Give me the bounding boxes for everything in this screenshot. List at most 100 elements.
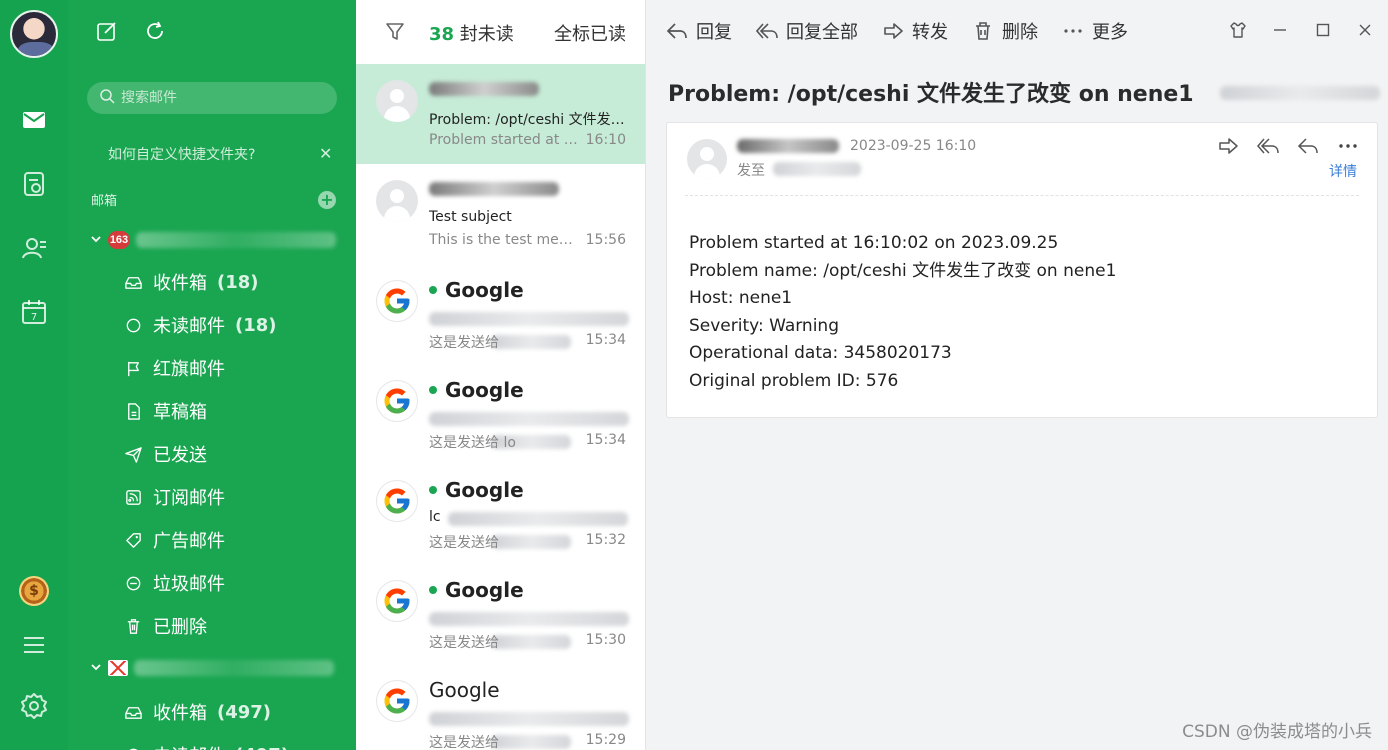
calendar-day: 7 — [31, 312, 37, 323]
unread-dot — [429, 586, 437, 594]
reply-icon — [666, 23, 687, 39]
mark-all-read-button[interactable]: 全标已读 — [554, 20, 626, 46]
account-163[interactable]: 163 — [90, 228, 336, 252]
message-item[interactable]: Test subject This is the test message 15:5… — [356, 164, 645, 264]
refresh-icon[interactable] — [144, 20, 166, 42]
shortcut-tip[interactable]: 如何自定义快捷文件夹? — [108, 144, 255, 164]
folder-count: (18) — [217, 271, 259, 293]
unread-circle-icon — [123, 315, 143, 335]
folder-item[interactable]: 垃圾邮件 — [123, 570, 235, 596]
message-item[interactable]: Problem: /opt/ceshi 文件发生了改变 on nene1 Prob… — [356, 64, 645, 164]
chevron-down-icon[interactable] — [90, 233, 102, 248]
message-time: 15:34 — [585, 332, 626, 348]
unread-dot — [429, 286, 437, 294]
skin-icon[interactable] — [1226, 18, 1250, 42]
folder-item[interactable]: 草稿箱 — [123, 398, 217, 424]
folder-count: (497) — [217, 701, 272, 723]
redacted-recipient — [773, 162, 861, 176]
body-line: Problem started at 16:10:02 on 2023.09.2… — [689, 233, 1059, 253]
notes-icon[interactable] — [0, 164, 68, 204]
body-line: Operational data: 3458020173 — [689, 343, 952, 363]
close-window-icon[interactable] — [1353, 18, 1377, 42]
body-line: Problem name: /opt/ceshi 文件发生了改变 on nene… — [689, 260, 1117, 281]
trash-icon — [123, 616, 143, 636]
mail-icon[interactable] — [0, 100, 68, 140]
folder-item[interactable]: 收件箱 (497) — [123, 699, 271, 725]
folder-item[interactable]: 广告邮件 — [123, 527, 235, 553]
folder-item[interactable]: 未读邮件 (497) — [123, 742, 289, 750]
message-preview: This is the test message — [429, 232, 579, 248]
filter-icon[interactable] — [384, 20, 406, 42]
maximize-icon[interactable] — [1311, 18, 1335, 42]
forward-icon — [884, 23, 903, 39]
sender-name: Google — [445, 578, 524, 602]
message-sender: Google — [429, 578, 524, 602]
message-sender: Google — [429, 278, 524, 302]
message-time: 15:56 — [585, 232, 626, 248]
forward-button[interactable]: 转发 — [882, 18, 948, 44]
message-time: 15:32 — [585, 532, 626, 548]
message-item[interactable]: Google 这是发送给 15:29 — [356, 664, 645, 750]
to-prefix: 发至 — [737, 163, 765, 179]
unread-number: 38 — [429, 24, 455, 45]
folder-label: 已删除 — [153, 617, 207, 638]
folder-label: 订阅邮件 — [153, 488, 225, 509]
more-button[interactable]: 更多 — [1062, 18, 1128, 44]
contacts-icon[interactable] — [0, 228, 68, 268]
sent-icon — [123, 444, 143, 464]
redacted-subject — [429, 412, 629, 426]
details-link[interactable]: 详情 — [1329, 161, 1357, 181]
minimize-icon[interactable] — [1268, 18, 1292, 42]
reply-button[interactable]: 回复 — [666, 18, 732, 44]
spam-icon — [123, 573, 143, 593]
folder-item[interactable]: 收件箱 (18) — [123, 269, 259, 295]
message-time: 15:30 — [585, 632, 626, 648]
redacted-sender — [429, 182, 559, 196]
sender-name: Google — [445, 478, 524, 502]
message-item[interactable]: Google 这是发送给 15:30 — [356, 564, 645, 664]
folder-item[interactable]: 订阅邮件 — [123, 484, 235, 510]
account-gmail[interactable] — [90, 656, 334, 680]
close-tip-icon[interactable]: ✕ — [319, 144, 332, 163]
google-icon — [376, 680, 418, 722]
card-divider — [685, 195, 1359, 196]
redacted-address — [1220, 86, 1380, 100]
reply-icon[interactable] — [1297, 135, 1319, 157]
folder-item[interactable]: 已发送 — [123, 441, 217, 467]
add-account-icon[interactable]: + — [318, 191, 336, 209]
more-dots-icon[interactable] — [1337, 135, 1359, 157]
reading-pane: 回复 回复全部 转发 删除 更多 Problem: /opt/ceshi 文件发… — [646, 0, 1388, 750]
delete-button[interactable]: 删除 — [972, 18, 1038, 44]
unread-suffix: 封未读 — [454, 24, 514, 45]
card-actions — [1217, 135, 1359, 157]
message-item[interactable]: Google 这是发送给 lo 15:34 — [356, 364, 645, 464]
mail-subject-title: Problem: /opt/ceshi 文件发生了改变 on nene1 — [668, 82, 1194, 107]
calendar-icon[interactable]: 7 — [0, 292, 68, 332]
unread-dot — [429, 386, 437, 394]
message-preview: 这是发送给 — [429, 735, 499, 750]
reply-all-button[interactable]: 回复全部 — [756, 18, 858, 44]
folder-label: 广告邮件 — [153, 531, 225, 552]
inbox-icon — [123, 702, 143, 722]
compose-icon[interactable] — [96, 20, 118, 42]
message-item[interactable]: Google lc 这是发送给 15:32 — [356, 464, 645, 564]
redacted-subject — [429, 712, 629, 726]
search-box[interactable] — [87, 82, 337, 114]
message-item[interactable]: Google 这是发送给 15:34 — [356, 264, 645, 364]
settings-icon[interactable] — [0, 686, 68, 726]
message-subject: Test subject — [429, 209, 512, 225]
coin-icon[interactable]: $ — [19, 576, 49, 606]
menu-icon[interactable] — [0, 625, 68, 665]
reply-all-icon[interactable] — [1257, 135, 1279, 157]
mailbox-section-label: 邮箱 — [91, 194, 118, 209]
message-time: 15:29 — [585, 732, 626, 748]
folder-item[interactable]: 未读邮件 (18) — [123, 312, 277, 338]
forward-icon[interactable] — [1217, 135, 1239, 157]
chevron-down-icon[interactable] — [90, 661, 102, 676]
folder-item[interactable]: 已删除 — [123, 613, 217, 639]
redacted-sender — [429, 82, 539, 96]
search-input[interactable] — [121, 90, 321, 106]
folder-item[interactable]: 红旗邮件 — [123, 355, 235, 381]
folder-label: 垃圾邮件 — [153, 574, 225, 595]
user-avatar[interactable] — [10, 10, 58, 58]
